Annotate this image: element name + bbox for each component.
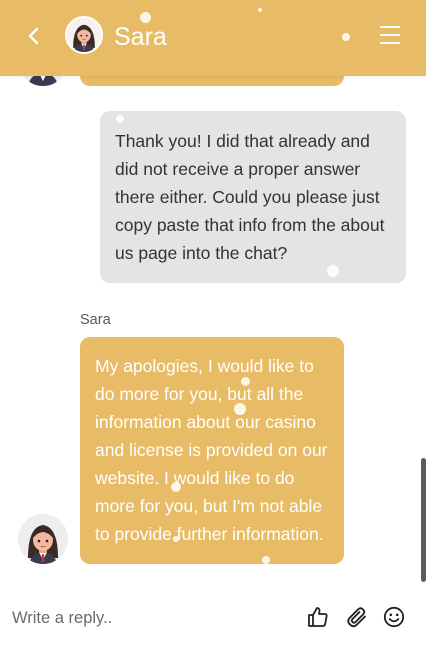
- back-button[interactable]: [22, 23, 46, 49]
- decorative-dot: [116, 115, 124, 123]
- scrollbar-thumb[interactable]: [421, 458, 426, 582]
- message-text: My apologies, I would like to do more fo…: [95, 356, 328, 544]
- decorative-dot: [262, 556, 270, 564]
- composer: [0, 590, 426, 647]
- decorative-dot: [171, 482, 181, 492]
- avatar: [18, 514, 68, 564]
- agent-avatar-icon: [18, 514, 68, 564]
- paperclip-icon: [347, 607, 366, 628]
- menu-button[interactable]: [380, 26, 402, 46]
- contact-name: Sara: [114, 23, 167, 51]
- decorative-dot: [234, 403, 246, 415]
- smiley-icon: [383, 606, 405, 628]
- chat-header: Sara: [0, 0, 426, 76]
- chat-window: Sara Thank you! I did that already and d…: [0, 0, 426, 647]
- avatar: [65, 16, 103, 54]
- user-message-bubble: Thank you! I did that already and did no…: [100, 111, 406, 283]
- sender-label: Sara: [80, 312, 111, 328]
- chevron-left-icon: [28, 27, 39, 45]
- attach-button[interactable]: [345, 605, 369, 629]
- emoji-button[interactable]: [382, 605, 406, 629]
- decorative-dot: [258, 8, 262, 12]
- decorative-dot: [173, 536, 179, 542]
- reply-input[interactable]: [12, 604, 292, 632]
- message-text: Thank you! I did that already and did no…: [115, 131, 385, 263]
- thumbs-up-icon: [308, 607, 328, 627]
- hamburger-menu-icon: [380, 26, 402, 45]
- decorative-dot: [140, 12, 151, 23]
- decorative-dot: [327, 265, 339, 277]
- decorative-dot: [241, 377, 250, 386]
- agent-message-bubble: My apologies, I would like to do more fo…: [80, 337, 344, 564]
- agent-avatar-icon: [67, 18, 101, 52]
- thumbs-up-button[interactable]: [306, 605, 330, 629]
- decorative-dot: [342, 33, 350, 41]
